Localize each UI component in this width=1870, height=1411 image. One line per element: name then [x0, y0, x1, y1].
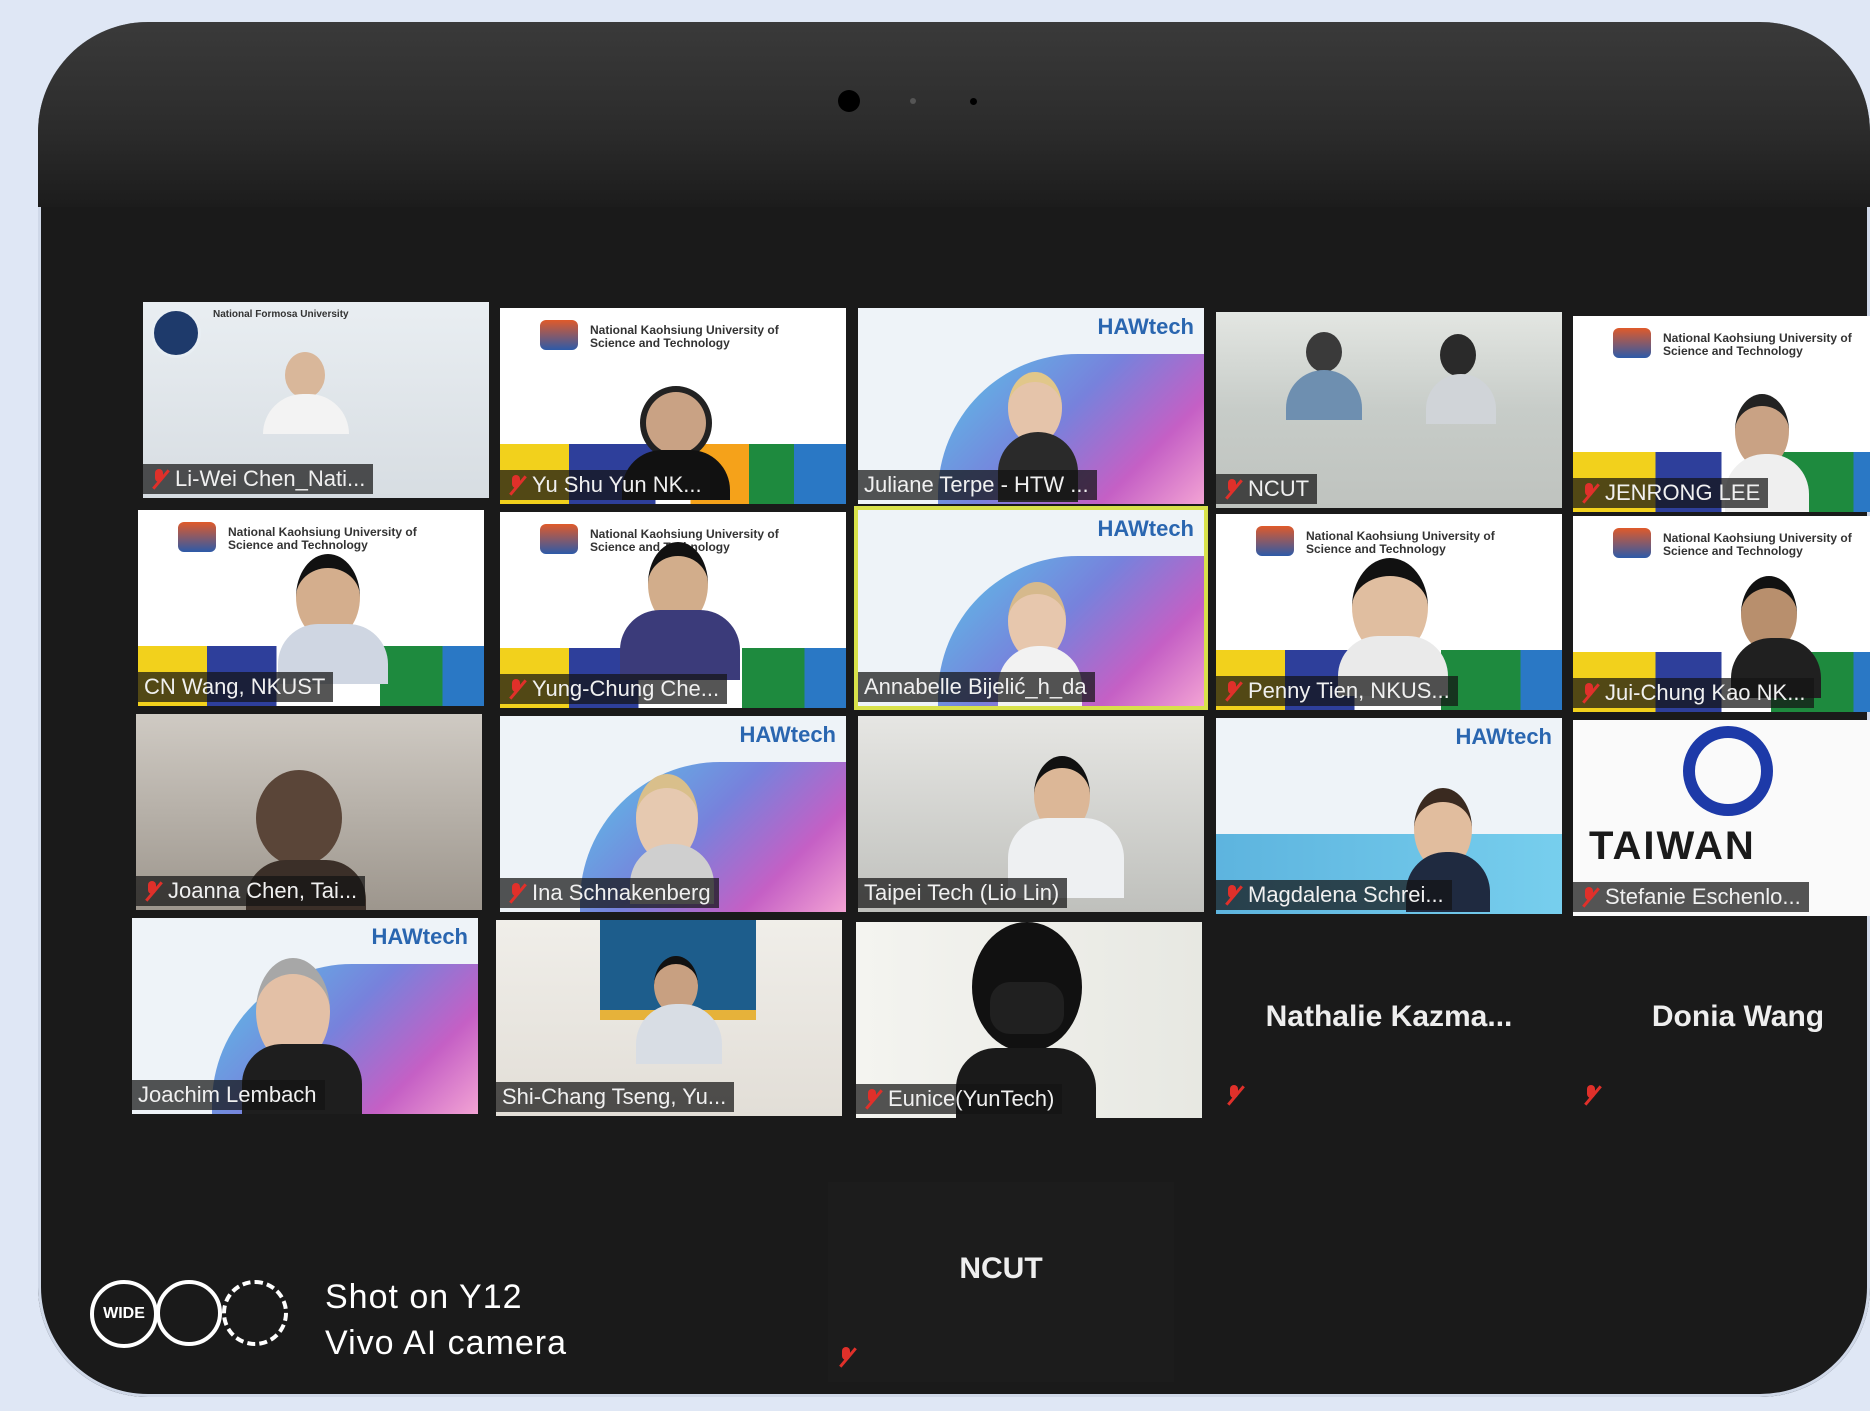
participant-tile[interactable]: National Kaohsiung University of Science…: [1216, 514, 1562, 710]
wide-lens-icon: WIDE: [90, 1280, 158, 1348]
participant-tile[interactable]: Taipei Tech (Lio Lin): [858, 716, 1204, 912]
tile-header-text: National Kaohsiung University of Science…: [228, 525, 417, 552]
tile-header-text: National Kaohsiung University of Science…: [1663, 331, 1852, 358]
participant-tile[interactable]: National Kaohsiung University of Science…: [1573, 316, 1870, 512]
participant-tile[interactable]: National Kaohsiung University of Science…: [500, 308, 846, 504]
participant-name: Joanna Chen, Tai...: [136, 876, 366, 906]
mic-muted-icon: [836, 1346, 856, 1368]
participant-tile[interactable]: National Kaohsiung University of Science…: [1573, 516, 1870, 712]
participant-tile-no-video[interactable]: NCUT: [828, 1182, 1174, 1382]
participant-name: Stefanie Eschenlo...: [1573, 882, 1809, 912]
mic-muted-icon: [1579, 682, 1599, 704]
participant-tile[interactable]: TAIWAN Stefanie Eschenlo...: [1573, 720, 1870, 916]
mic-muted-icon: [1579, 886, 1599, 908]
participant-name: Li-Wei Chen_Nati...: [143, 464, 374, 494]
participant-tile[interactable]: NCUT: [1216, 312, 1562, 508]
hawtech-logo: HAWtech: [1097, 516, 1194, 541]
mic-muted-icon: [1222, 680, 1242, 702]
nkust-logo-icon: [540, 320, 578, 350]
taiwan-tech-wordmark: TAIWAN: [1589, 824, 1756, 868]
participant-name: Taipei Tech (Lio Lin): [858, 878, 1068, 908]
participant-name: Jui-Chung Kao NK...: [1573, 678, 1814, 708]
taiwan-tech-logo-icon: [1683, 726, 1773, 816]
photo-frame: National Formosa University Li-Wei Chen_…: [38, 22, 1870, 1397]
participant-name: Donia Wang: [1651, 1000, 1825, 1033]
mic-muted-icon: [1579, 482, 1599, 504]
hawtech-logo: HAWtech: [739, 722, 836, 747]
participant-name: NCUT: [959, 1252, 1043, 1285]
nkust-logo-icon: [178, 522, 216, 552]
tile-header-text: National Kaohsiung University of Science…: [1306, 529, 1495, 556]
participant-tile[interactable]: National Kaohsiung University of Science…: [138, 510, 484, 706]
participant-tile[interactable]: Joanna Chen, Tai...: [136, 714, 482, 910]
webcam-sensor: [910, 98, 916, 104]
participant-tile[interactable]: HAWtech Ina Schnakenberg: [500, 716, 846, 912]
webcam: [838, 90, 860, 112]
participant-tile-no-video[interactable]: Nathalie Kazma...: [1216, 922, 1562, 1118]
mic-muted-icon: [1581, 1084, 1601, 1106]
lens-ring-icon: [156, 1280, 222, 1346]
participant-name: Annabelle Bijelić_h_da: [858, 672, 1095, 702]
watermark-line2: Vivo AI camera: [325, 1324, 568, 1362]
mic-muted-icon: [506, 882, 526, 904]
nkust-logo-icon: [1613, 328, 1651, 358]
participant-tile[interactable]: HAWtech Joachim Lembach: [132, 918, 478, 1114]
participant-tile[interactable]: National Kaohsiung University of Science…: [500, 512, 846, 708]
mic-muted-icon: [1222, 478, 1242, 500]
lens-dashed-ring-icon: [222, 1280, 288, 1346]
watermark-line1: Shot on Y12: [325, 1278, 523, 1316]
tile-header-text: National Formosa University: [213, 309, 349, 320]
participant-name: Eunice(YunTech): [856, 1084, 1063, 1114]
participant-name: Yung-Chung Che...: [500, 674, 728, 704]
participant-tile-no-video[interactable]: Donia Wang: [1573, 922, 1870, 1118]
mic-muted-icon: [862, 1088, 882, 1110]
participant-tile[interactable]: Shi-Chang Tseng, Yu...: [496, 920, 842, 1116]
mic-muted-icon: [1224, 1084, 1244, 1106]
participant-name: Penny Tien, NKUS...: [1216, 676, 1458, 706]
participant-tile[interactable]: HAWtech Magdalena Schrei...: [1216, 718, 1562, 914]
university-seal-icon: [151, 308, 201, 358]
mic-muted-icon: [149, 468, 169, 490]
face-mask: [990, 982, 1064, 1034]
nkust-logo-icon: [1613, 528, 1651, 558]
tile-header-text: National Kaohsiung University of Science…: [590, 527, 779, 554]
participant-name: Joachim Lembach: [132, 1080, 325, 1110]
participant-tile[interactable]: National Formosa University Li-Wei Chen_…: [143, 302, 489, 498]
participant-name: Nathalie Kazma...: [1265, 1000, 1513, 1033]
participant-name: CN Wang, NKUST: [138, 672, 334, 702]
mic-muted-icon: [506, 678, 526, 700]
participant-name: Shi-Chang Tseng, Yu...: [496, 1082, 735, 1112]
participant-name: Juliane Terpe - HTW ...: [858, 470, 1097, 500]
hawtech-logo: HAWtech: [371, 924, 468, 949]
mic-muted-icon: [506, 474, 526, 496]
participant-tile[interactable]: Eunice(YunTech): [856, 922, 1202, 1118]
tile-header-text: National Kaohsiung University of Science…: [590, 323, 779, 350]
video-grid: National Formosa University Li-Wei Chen_…: [86, 172, 1870, 1118]
participant-tile-active-speaker[interactable]: HAWtech Annabelle Bijelić_h_da: [854, 506, 1208, 710]
mic-muted-icon: [1222, 884, 1242, 906]
tile-header-text: National Kaohsiung University of Science…: [1663, 531, 1852, 558]
nkust-logo-icon: [540, 524, 578, 554]
hawtech-logo: HAWtech: [1455, 724, 1552, 749]
webcam-light: [970, 98, 977, 105]
participant-name: JENRONG LEE: [1573, 478, 1769, 508]
hawtech-logo: HAWtech: [1097, 314, 1194, 339]
nkust-logo-icon: [1256, 526, 1294, 556]
participant-name: NCUT: [1216, 474, 1318, 504]
participant-name: Yu Shu Yun NK...: [500, 470, 710, 500]
participant-name: Ina Schnakenberg: [500, 878, 719, 908]
mic-muted-icon: [142, 880, 162, 902]
participant-name: Magdalena Schrei...: [1216, 880, 1452, 910]
participant-tile[interactable]: HAWtech Juliane Terpe - HTW ...: [858, 308, 1204, 504]
